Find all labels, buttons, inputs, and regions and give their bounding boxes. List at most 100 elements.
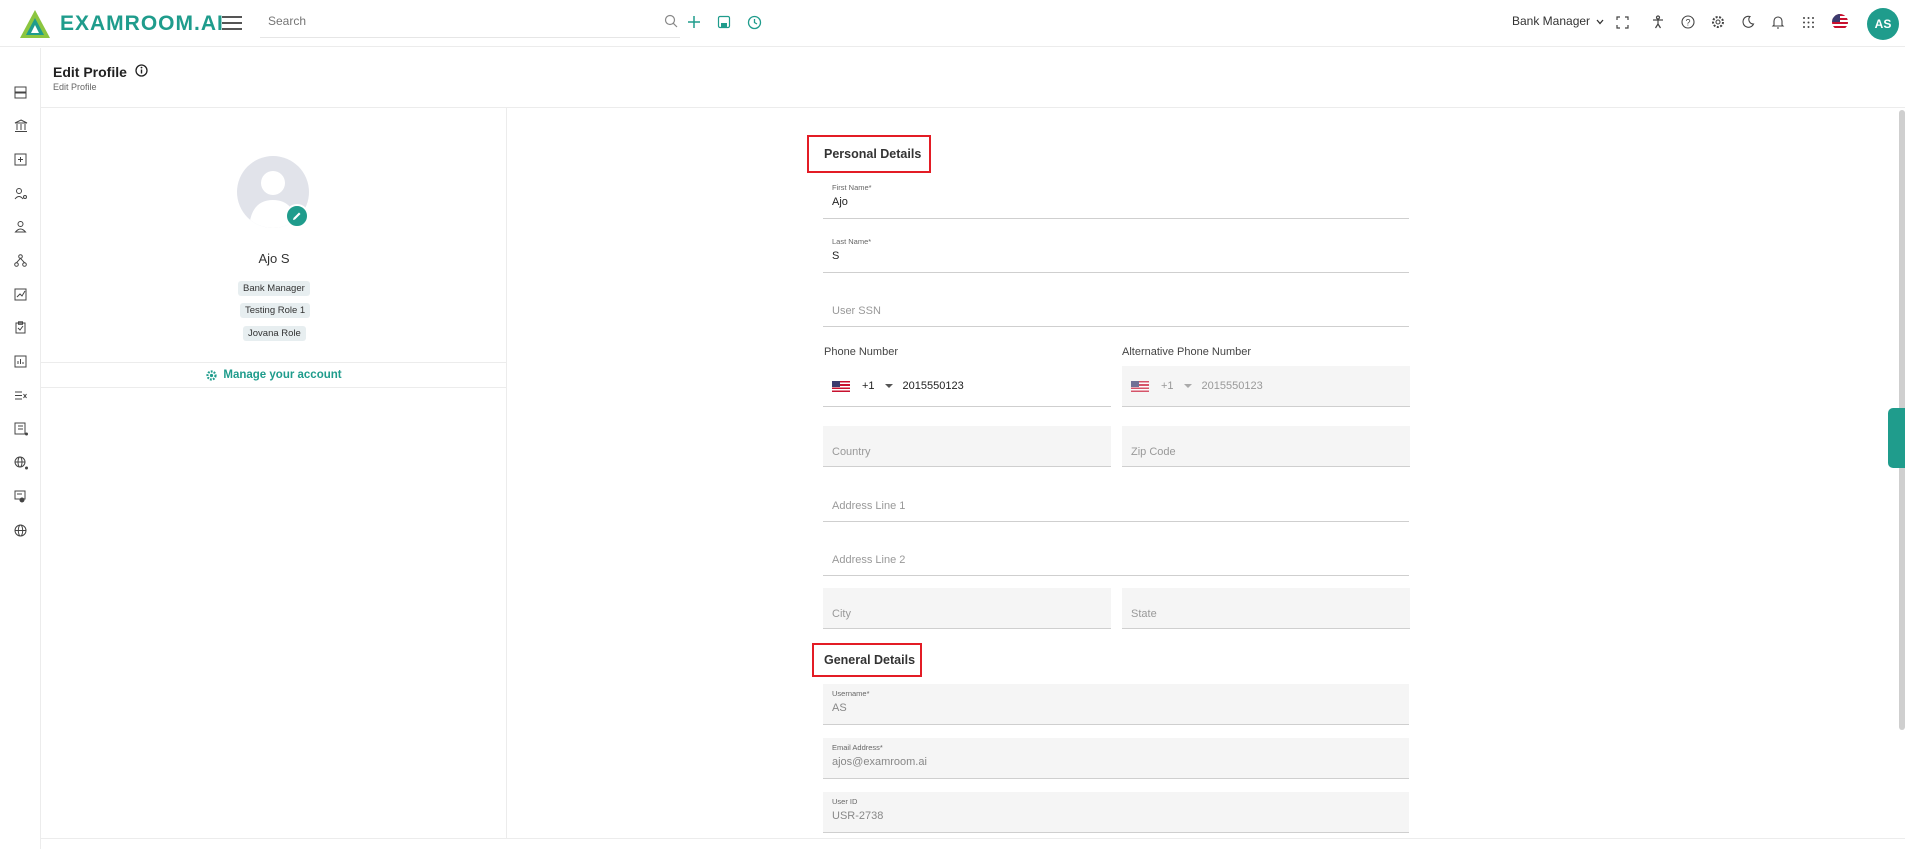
role-chip: Bank Manager: [238, 281, 310, 296]
search-bar: [260, 8, 680, 38]
field-placeholder: City: [832, 608, 851, 620]
divider: [41, 838, 1905, 839]
field-label: Email Address*: [832, 743, 883, 752]
field-placeholder: Zip Code: [1131, 446, 1176, 458]
profile-name: Ajo S: [258, 251, 290, 266]
accessibility-icon[interactable]: [1648, 12, 1668, 32]
hierarchy-icon[interactable]: [12, 252, 29, 269]
page-title-text: Edit Profile: [53, 64, 127, 80]
logo-text: EXAMROOM.AI: [60, 12, 224, 35]
general-details-heading: General Details: [812, 643, 922, 677]
field-label: Username*: [832, 689, 870, 698]
chevron-down-icon[interactable]: [1183, 380, 1192, 392]
country-field[interactable]: Country: [823, 426, 1111, 467]
field-value: ajos@examroom.ai: [832, 756, 927, 768]
state-field[interactable]: State: [1122, 588, 1410, 629]
page-title: Edit Profile: [53, 64, 148, 80]
phone-value: 2015550123: [902, 380, 964, 392]
user-icon[interactable]: [12, 218, 29, 235]
country-code[interactable]: +1: [862, 380, 875, 392]
clipboard-icon[interactable]: [12, 319, 29, 336]
save-icon[interactable]: [714, 12, 734, 32]
help-icon[interactable]: ?: [1678, 12, 1698, 32]
svg-text:?: ?: [1685, 18, 1690, 28]
manage-account-link[interactable]: Manage your account: [41, 362, 507, 388]
notifications-icon[interactable]: [1768, 12, 1788, 32]
history-icon[interactable]: [744, 12, 764, 32]
apps-grid-icon[interactable]: [1798, 12, 1818, 32]
field-placeholder: User SSN: [832, 305, 881, 317]
field-placeholder: Address Line 2: [832, 554, 906, 566]
field-value: Ajo: [832, 196, 848, 208]
field-label: User ID: [832, 797, 858, 806]
page-header: Edit Profile Edit Profile: [41, 48, 1905, 108]
phone-field[interactable]: +1 2015550123: [823, 366, 1111, 407]
role-select[interactable]: Bank Manager: [1512, 14, 1604, 28]
certificate-icon[interactable]: [12, 488, 29, 505]
personal-details-heading: Personal Details: [807, 135, 931, 173]
app-logo[interactable]: EXAMROOM.AI: [18, 8, 224, 40]
role-chip: Jovana Role: [243, 326, 306, 341]
role-chip: Testing Role 1: [240, 303, 311, 318]
chevron-down-icon[interactable]: [884, 380, 893, 392]
address-line-2-field[interactable]: Address Line 2: [823, 535, 1409, 576]
first-name-field[interactable]: First Name* Ajo: [823, 178, 1409, 219]
menu-toggle-icon[interactable]: [220, 12, 244, 32]
field-placeholder: Country: [832, 446, 871, 458]
logo-icon: [20, 10, 50, 38]
add-icon[interactable]: [684, 12, 704, 32]
bank-icon[interactable]: [12, 117, 29, 134]
role-select-label: Bank Manager: [1512, 14, 1591, 28]
user-id-field[interactable]: User ID USR-2738: [823, 792, 1409, 833]
address-line-1-field[interactable]: Address Line 1: [823, 481, 1409, 522]
field-label: Last Name*: [832, 237, 872, 246]
book-icon[interactable]: [12, 420, 29, 437]
field-placeholder: State: [1131, 608, 1157, 620]
phone-label: Phone Number: [824, 346, 898, 358]
section-title: General Details: [824, 653, 916, 667]
chevron-down-icon: [1596, 14, 1604, 28]
us-flag-icon: [832, 380, 850, 392]
side-rail: [0, 48, 41, 849]
gear-icon: [206, 369, 217, 381]
us-flag-icon: [1131, 380, 1149, 392]
field-label: First Name*: [832, 183, 872, 192]
language-flag-icon[interactable]: [1830, 12, 1850, 32]
alt-phone-field[interactable]: +1 2015550123: [1122, 366, 1410, 407]
breadcrumb: Edit Profile: [53, 82, 97, 92]
info-icon[interactable]: [135, 64, 148, 80]
section-title: Personal Details: [824, 147, 922, 161]
email-field[interactable]: Email Address* ajos@examroom.ai: [823, 738, 1409, 779]
ssn-field[interactable]: User SSN: [823, 286, 1409, 327]
globe-icon[interactable]: [12, 522, 29, 539]
zip-code-field[interactable]: Zip Code: [1122, 426, 1410, 467]
dark-mode-icon[interactable]: [1738, 12, 1758, 32]
field-value: USR-2738: [832, 810, 884, 822]
globe-settings-icon[interactable]: [12, 454, 29, 471]
search-icon[interactable]: [664, 14, 678, 33]
city-field[interactable]: City: [823, 588, 1111, 629]
alt-phone-label: Alternative Phone Number: [1122, 346, 1252, 358]
last-name-field[interactable]: Last Name* S: [823, 232, 1409, 273]
search-input[interactable]: [260, 8, 640, 34]
dashboard-icon[interactable]: [12, 84, 29, 101]
report-icon[interactable]: [12, 353, 29, 370]
settings-icon[interactable]: [1708, 12, 1728, 32]
country-code[interactable]: +1: [1161, 380, 1174, 392]
field-value: S: [832, 250, 840, 262]
edit-picture-button[interactable]: [285, 204, 309, 228]
feedback-tab[interactable]: [1888, 408, 1905, 468]
top-bar: EXAMROOM.AI Bank Manager ?: [0, 0, 1905, 47]
field-value: AS: [832, 702, 847, 714]
analytics-icon[interactable]: [12, 286, 29, 303]
username-field[interactable]: Username* AS: [823, 684, 1409, 725]
phone-value: 2015550123: [1201, 380, 1263, 392]
pencil-icon: [293, 212, 301, 220]
user-avatar[interactable]: AS: [1867, 8, 1899, 40]
fullscreen-icon[interactable]: [1612, 12, 1632, 32]
add-document-icon[interactable]: [12, 151, 29, 168]
field-placeholder: Address Line 1: [832, 500, 906, 512]
user-settings-icon[interactable]: [12, 185, 29, 202]
list-icon[interactable]: [12, 387, 29, 404]
manage-account-label: Manage your account: [223, 369, 342, 381]
